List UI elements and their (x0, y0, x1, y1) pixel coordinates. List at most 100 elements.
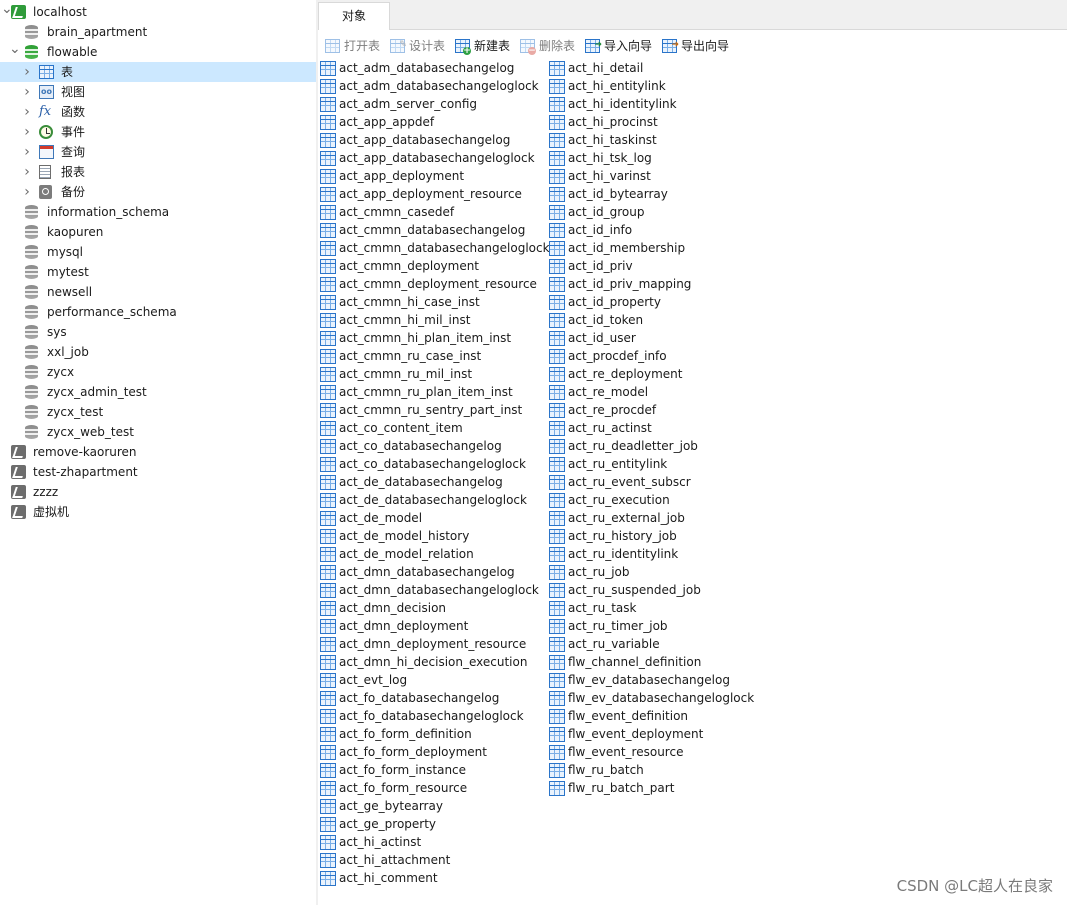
table-item-label: act_app_databasechangelog (339, 133, 511, 147)
tree-item[interactable]: zycx_admin_test (0, 382, 316, 402)
tree-item-label: 查询 (61, 145, 86, 159)
table-icon (320, 727, 336, 742)
tree-item[interactable]: ⌄ localhost (0, 2, 316, 22)
table-item-label: act_app_deployment (339, 169, 465, 183)
database-icon (25, 425, 38, 439)
table-icon (320, 277, 336, 292)
table-item-label: flw_channel_definition (568, 655, 702, 669)
tree-item[interactable]: brain_apartment (0, 22, 316, 42)
table-icon (320, 763, 336, 778)
table-icon (320, 781, 336, 796)
tree-item[interactable]: › 报表 (0, 162, 316, 182)
table-icon (320, 97, 336, 112)
table-item-label: act_id_token (568, 313, 644, 327)
table-icon (320, 655, 336, 670)
tree-item-label: localhost (33, 5, 87, 19)
table-item-label: flw_event_definition (568, 709, 689, 723)
tree-item-label: 事件 (61, 125, 86, 139)
table-item-label: act_id_membership (568, 241, 686, 255)
table-item-label: act_fo_form_resource (339, 781, 468, 795)
table-item-label: act_cmmn_ru_mil_inst (339, 367, 473, 381)
tab-objects[interactable]: 对象 (318, 2, 390, 30)
table-icon (320, 223, 336, 238)
tree-item[interactable]: 虚拟机 (0, 502, 316, 522)
table-item-label: act_ru_task (568, 601, 637, 615)
tree-item[interactable]: performance_schema (0, 302, 316, 322)
design-table-icon (390, 35, 407, 55)
table-icon (320, 673, 336, 688)
open-table-icon (325, 39, 340, 53)
tree-item[interactable]: › 查询 (0, 142, 316, 162)
table-icon (320, 295, 336, 310)
chevron-down-icon[interactable]: ⌄ (1, 2, 13, 22)
tree-item-label: zycx_web_test (47, 425, 134, 439)
tree-item[interactable]: › fx 函数 (0, 102, 316, 122)
table-icon (320, 601, 336, 616)
table-icon (320, 817, 336, 832)
tree-item[interactable]: kaopuren (0, 222, 316, 242)
tree-item-label: zzzz (33, 485, 59, 499)
table-icon (320, 583, 336, 598)
table-item-label: act_hi_varinst (568, 169, 651, 183)
toolbar-button-label: 打开表 (344, 39, 381, 53)
chevron-right-icon[interactable]: › (22, 62, 32, 82)
tree-item-label: newsell (47, 285, 93, 299)
tree-item[interactable]: mytest (0, 262, 316, 282)
table-icon (549, 187, 565, 202)
table-icon (549, 277, 565, 292)
table-item-label: act_dmn_databasechangeloglock (339, 583, 539, 597)
tree-item[interactable]: test-zhapartment (0, 462, 316, 482)
table-icon (549, 367, 565, 382)
table-item-label: act_fo_form_deployment (339, 745, 487, 759)
connection-icon (11, 465, 26, 479)
table-item-label: act_cmmn_hi_mil_inst (339, 313, 471, 327)
chevron-right-icon[interactable]: › (22, 102, 32, 122)
table-icon (320, 637, 336, 652)
chevron-down-icon[interactable]: ⌄ (9, 42, 21, 62)
tree-item[interactable]: › 表 (0, 62, 316, 82)
table-item-label: act_ru_event_subscr (568, 475, 691, 489)
table-item-label: act_ru_actinst (568, 421, 652, 435)
chevron-right-icon[interactable]: › (22, 122, 32, 142)
table-item-label: act_dmn_databasechangelog (339, 565, 515, 579)
chevron-right-icon[interactable]: › (22, 142, 32, 162)
table-icon (549, 583, 565, 598)
tree-item[interactable]: zycx_test (0, 402, 316, 422)
table-icon (549, 169, 565, 184)
table-icon (549, 511, 565, 526)
tree-item[interactable]: zzzz (0, 482, 316, 502)
tree-item-label: xxl_job (47, 345, 89, 359)
table-item-label: act_de_databasechangelog (339, 475, 503, 489)
tree-item[interactable]: zycx (0, 362, 316, 382)
tree-item[interactable]: zycx_web_test (0, 422, 316, 442)
chevron-right-icon[interactable]: › (22, 162, 32, 182)
tree-item[interactable]: information_schema (0, 202, 316, 222)
navigation-tree[interactable]: ⌄localhostbrain_apartment⌄flowable›表›视图›… (0, 0, 316, 905)
tree-item[interactable]: › 备份 (0, 182, 316, 202)
tree-item[interactable]: xxl_job (0, 342, 316, 362)
table-item-label: act_cmmn_ru_plan_item_inst (339, 385, 513, 399)
table-item-label: act_fo_databasechangelog (339, 691, 500, 705)
tree-item[interactable]: mysql (0, 242, 316, 262)
toolbar-button-label: 新建表 (474, 39, 511, 53)
tree-item[interactable]: remove-kaoruren (0, 442, 316, 462)
toolbar-button-label: 设计表 (409, 39, 446, 53)
tree-item[interactable]: › 视图 (0, 82, 316, 102)
tree-item[interactable]: newsell (0, 282, 316, 302)
tree-item[interactable]: ⌄ flowable (0, 42, 316, 62)
tree-item[interactable]: › 事件 (0, 122, 316, 142)
table-icon (549, 331, 565, 346)
tree-item-label: 函数 (61, 105, 86, 119)
database-icon (25, 225, 38, 239)
chevron-right-icon[interactable]: › (22, 182, 32, 202)
table-item-label: act_ru_execution (568, 493, 670, 507)
table-icon (549, 781, 565, 796)
chevron-right-icon[interactable]: › (22, 82, 32, 102)
report-icon (39, 165, 51, 179)
tree-item[interactable]: sys (0, 322, 316, 342)
table-icon (549, 493, 565, 508)
table-item-label: act_hi_procinst (568, 115, 658, 129)
table-icon (320, 439, 336, 454)
table-item-label: act_de_model_relation (339, 547, 474, 561)
connection-icon (11, 485, 26, 499)
